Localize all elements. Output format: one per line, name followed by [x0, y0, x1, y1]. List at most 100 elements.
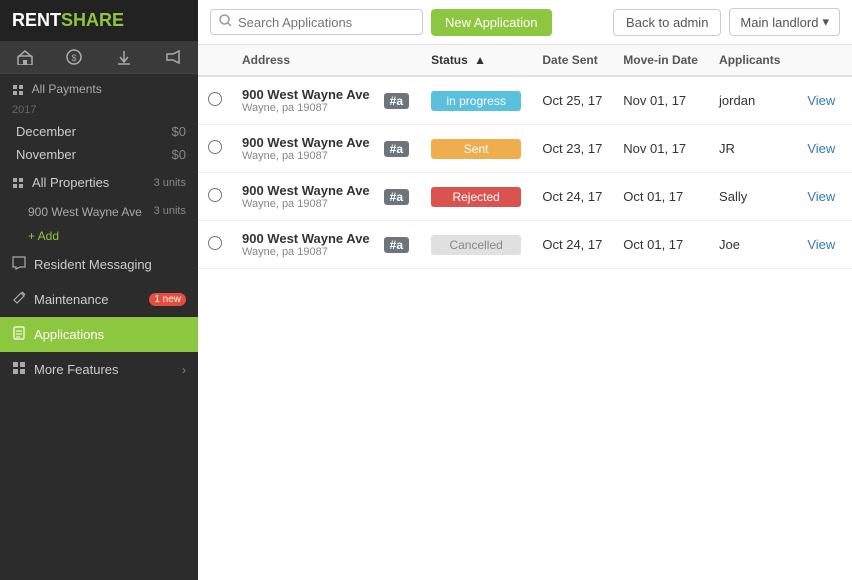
november-amount: $0	[172, 147, 186, 162]
col-status[interactable]: Status ▲	[421, 45, 532, 76]
maintenance-icon	[12, 291, 26, 308]
landlord-chevron-icon: ▾	[822, 14, 829, 30]
table-row[interactable]: 900 West Wayne Ave Wayne, pa 19087 #a Re…	[198, 173, 852, 221]
status-badge-1: Sent	[431, 139, 521, 159]
status-badge-0: in progress	[431, 91, 521, 111]
address-sub-1: Wayne, pa 19087	[242, 150, 370, 162]
row-radio-cell	[198, 76, 232, 125]
more-features-chevron: ›	[182, 363, 186, 377]
sidebar-item-resident-messaging[interactable]: Resident Messaging	[0, 247, 198, 282]
sidebar-toolbar: $	[0, 41, 198, 74]
download-button[interactable]	[99, 41, 149, 73]
address-cell-3: 900 West Wayne Ave Wayne, pa 19087 #a	[232, 221, 421, 269]
date-sent-cell-0: Oct 25, 17	[532, 76, 613, 125]
unit-badge-2: #a	[384, 189, 409, 205]
property-900-wayne[interactable]: 900 West Wayne Ave 3 units	[0, 199, 198, 225]
sidebar-item-more-features[interactable]: More Features ›	[0, 352, 198, 387]
view-button-1[interactable]: View	[801, 139, 841, 158]
sidebar-item-label-applications: Applications	[34, 327, 104, 342]
col-movein-date[interactable]: Move-in Date	[613, 45, 709, 76]
view-cell-2: View	[791, 173, 852, 221]
maintenance-badge: 1 new	[149, 293, 186, 306]
col-address[interactable]: Address	[232, 45, 421, 76]
row-radio-2[interactable]	[208, 188, 222, 202]
landlord-label: Main landlord	[740, 15, 818, 30]
applicants-cell-1: JR	[709, 125, 791, 173]
view-button-3[interactable]: View	[801, 235, 841, 254]
back-to-admin-button[interactable]: Back to admin	[613, 9, 721, 36]
movein-date-cell-1: Nov 01, 17	[613, 125, 709, 173]
payment-button[interactable]: $	[50, 41, 100, 73]
sidebar-item-label-maintenance: Maintenance	[34, 292, 108, 307]
topbar: New Application Back to admin Main landl…	[198, 0, 852, 45]
all-properties-header[interactable]: All Properties 3 units	[0, 166, 198, 199]
december-amount: $0	[172, 124, 186, 139]
row-radio-cell	[198, 173, 232, 221]
row-radio-cell	[198, 221, 232, 269]
dollar-icon: $	[66, 49, 82, 65]
year-label: 2017	[0, 100, 198, 120]
row-radio-0[interactable]	[208, 92, 222, 106]
all-payments-header[interactable]: All Payments	[0, 74, 198, 100]
add-property-link[interactable]: + Add	[0, 225, 198, 247]
status-cell-0: in progress	[421, 76, 532, 125]
search-box	[210, 9, 423, 35]
grid-small-icon	[12, 177, 24, 189]
table-row[interactable]: 900 West Wayne Ave Wayne, pa 19087 #a in…	[198, 76, 852, 125]
unit-badge-0: #a	[384, 93, 409, 109]
status-cell-3: Cancelled	[421, 221, 532, 269]
announce-icon	[165, 49, 181, 65]
address-main-2: 900 West Wayne Ave	[242, 183, 370, 198]
view-button-0[interactable]: View	[801, 91, 841, 110]
sidebar-item-applications[interactable]: Applications	[0, 317, 198, 352]
col-applicants[interactable]: Applicants	[709, 45, 791, 76]
more-features-icon	[12, 361, 26, 378]
announce-button[interactable]	[149, 41, 199, 73]
col-actions	[791, 45, 852, 76]
address-cell-1: 900 West Wayne Ave Wayne, pa 19087 #a	[232, 125, 421, 173]
payment-november[interactable]: November $0	[0, 143, 198, 166]
address-cell-2: 900 West Wayne Ave Wayne, pa 19087 #a	[232, 173, 421, 221]
property-name: 900 West Wayne Ave	[28, 205, 142, 219]
unit-badge-3: #a	[384, 237, 409, 253]
row-radio-3[interactable]	[208, 236, 222, 250]
download-icon	[116, 49, 132, 65]
address-main-1: 900 West Wayne Ave	[242, 135, 370, 150]
status-badge-2: Rejected	[431, 187, 521, 207]
row-radio-cell	[198, 125, 232, 173]
search-icon	[219, 14, 232, 30]
row-radio-1[interactable]	[208, 140, 222, 154]
table-body: 900 West Wayne Ave Wayne, pa 19087 #a in…	[198, 76, 852, 269]
col-select	[198, 45, 232, 76]
applicants-cell-0: jordan	[709, 76, 791, 125]
landlord-dropdown[interactable]: Main landlord ▾	[729, 8, 840, 36]
new-application-button[interactable]: New Application	[431, 9, 552, 36]
table-header-row: Address Status ▲ Date Sent Move-in Date …	[198, 45, 852, 76]
svg-text:$: $	[72, 53, 77, 63]
payment-december[interactable]: December $0	[0, 120, 198, 143]
sidebar-item-label-messaging: Resident Messaging	[34, 257, 152, 272]
view-button-2[interactable]: View	[801, 187, 841, 206]
sort-arrow-icon: ▲	[474, 53, 486, 67]
applications-table-container: Address Status ▲ Date Sent Move-in Date …	[198, 45, 852, 580]
november-label: November	[16, 147, 76, 162]
table-row[interactable]: 900 West Wayne Ave Wayne, pa 19087 #a Se…	[198, 125, 852, 173]
address-main-0: 900 West Wayne Ave	[242, 87, 370, 102]
search-input[interactable]	[238, 15, 414, 30]
applicants-cell-3: Joe	[709, 221, 791, 269]
logo: RENTSHARE	[0, 0, 198, 41]
sidebar-item-label-more: More Features	[34, 362, 119, 377]
grid-icon	[12, 84, 24, 96]
all-payments-label: All Payments	[12, 82, 102, 96]
applications-table: Address Status ▲ Date Sent Move-in Date …	[198, 45, 852, 269]
december-label: December	[16, 124, 76, 139]
address-sub-0: Wayne, pa 19087	[242, 102, 370, 114]
logo-rent: RENT	[12, 10, 61, 31]
col-date-sent[interactable]: Date Sent	[532, 45, 613, 76]
view-cell-1: View	[791, 125, 852, 173]
add-building-icon	[17, 49, 33, 65]
table-row[interactable]: 900 West Wayne Ave Wayne, pa 19087 #a Ca…	[198, 221, 852, 269]
add-property-button[interactable]	[0, 41, 50, 73]
address-sub-3: Wayne, pa 19087	[242, 246, 370, 258]
sidebar-item-maintenance[interactable]: Maintenance 1 new	[0, 282, 198, 317]
